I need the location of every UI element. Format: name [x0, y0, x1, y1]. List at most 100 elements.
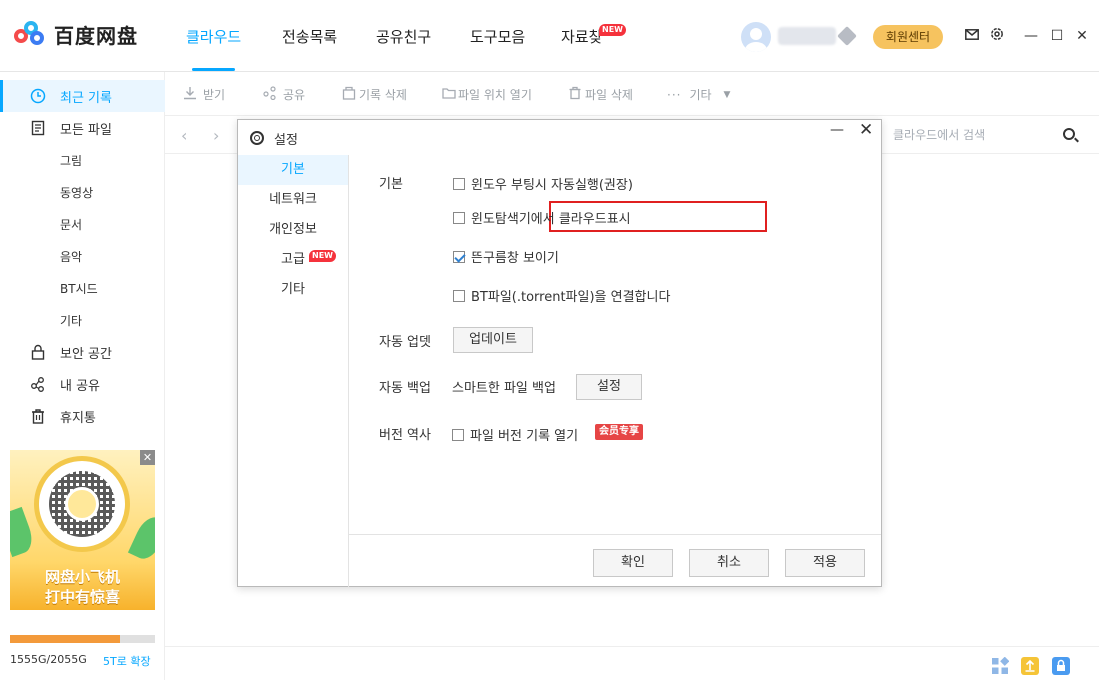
lock-icon — [30, 344, 46, 360]
delete-file-button[interactable]: 파일 삭제 — [568, 86, 633, 103]
back-arrow-icon[interactable]: ‹ — [181, 126, 187, 145]
share-icon — [263, 86, 277, 103]
more-label: 기타 — [689, 88, 712, 102]
tab-transfer[interactable]: 전송목록 — [282, 26, 337, 47]
tab-friends[interactable]: 공유친구 — [376, 26, 431, 47]
explorer-cloud-option[interactable]: 윈도탐색기에서 클라우드표시 — [453, 208, 631, 227]
settings-nav-network[interactable]: 네트워크 — [238, 185, 348, 215]
sidebar-sub-music[interactable]: 음악 — [60, 248, 82, 265]
dialog-minimize-button[interactable]: — — [830, 122, 844, 138]
trash-icon — [30, 408, 46, 424]
search-input[interactable]: 클라우드에서 검색 — [893, 126, 985, 143]
delete-file-label: 파일 삭제 — [585, 88, 633, 102]
basic-section-label: 기본 — [379, 177, 403, 192]
autostart-option[interactable]: 윈도우 부팅시 자동실행(권장) — [453, 174, 633, 193]
sidebar-item-label: 내 공유 — [60, 378, 101, 394]
version-history-option-label: 파일 버전 기록 열기 — [470, 429, 579, 444]
promo-line-2: 打中有惊喜 — [44, 588, 120, 606]
sidebar-sub-videos[interactable]: 동영상 — [60, 184, 93, 201]
tab-find-resources[interactable]: 자료찾 — [561, 26, 602, 47]
sidebar-item-my-share[interactable]: 내 공유 — [0, 368, 165, 400]
qr-code — [34, 456, 130, 552]
version-history-option[interactable]: 파일 버전 기록 열기 — [452, 425, 578, 444]
storage-usage-text: 1555G/2055G — [10, 653, 87, 666]
clock-icon — [30, 88, 46, 104]
settings-nav-privacy[interactable]: 개인정보 — [238, 215, 348, 245]
caret-down-icon: ▼ — [723, 89, 731, 100]
storage-progress-bar — [10, 635, 155, 643]
sidebar-sub-bt[interactable]: BT시드 — [60, 280, 98, 297]
dialog-title: 설정 — [274, 133, 298, 148]
explorer-cloud-checkbox[interactable] — [453, 211, 465, 224]
autostart-checkbox[interactable] — [453, 177, 465, 190]
more-button[interactable]: ··· 기타 ▼ — [667, 86, 730, 103]
share-button[interactable]: 공유 — [263, 86, 305, 103]
username-blurred[interactable] — [778, 27, 836, 45]
bt-association-option[interactable]: BT파일(.torrent파일)을 연결합니다 — [453, 286, 670, 305]
forward-arrow-icon[interactable]: › — [213, 126, 219, 145]
promo-banner[interactable]: ✕ 网盘小飞机 打中有惊喜 — [10, 450, 155, 610]
sidebar-item-label: 휴지통 — [60, 410, 96, 426]
smart-backup-text: 스마트한 파일 백업 — [452, 381, 556, 396]
download-icon — [183, 86, 197, 103]
expand-storage-link[interactable]: 5T로 확장 — [103, 653, 151, 669]
ok-button[interactable]: 확인 — [593, 549, 673, 577]
upload-icon[interactable] — [1021, 657, 1039, 675]
maximize-button[interactable]: ☐ — [1048, 27, 1066, 45]
settings-nav-basic[interactable]: 기본 — [238, 155, 348, 185]
floating-window-checkbox[interactable] — [453, 250, 465, 263]
search-icon[interactable] — [1063, 128, 1075, 140]
version-history-checkbox[interactable] — [452, 428, 464, 441]
sidebar-sub-documents[interactable]: 문서 — [60, 216, 82, 233]
bt-association-label: BT파일(.torrent파일)을 연결합니다 — [471, 290, 671, 305]
app-logo[interactable]: 百度网盘 — [14, 20, 138, 49]
sidebar-sub-images[interactable]: 그림 — [60, 152, 82, 169]
tab-cloud[interactable]: 클라우드 — [186, 26, 241, 71]
sidebar-item-recent[interactable]: 최근 기록 — [0, 80, 165, 112]
floating-window-option[interactable]: 뜬구름창 보이기 — [453, 247, 559, 266]
close-button[interactable]: ✕ — [1073, 27, 1091, 45]
bottom-bar — [165, 646, 1099, 680]
diamond-icon[interactable] — [837, 26, 857, 46]
close-icon[interactable]: ✕ — [140, 450, 155, 465]
history-delete-icon — [342, 86, 356, 103]
settings-dialog: 설정 — ✕ 기본 네트워크 개인정보 고급 NEW 기타 기본 윈도우 부팅시… — [237, 119, 882, 587]
gear-icon — [250, 131, 264, 145]
sidebar-sub-other[interactable]: 기타 — [60, 312, 82, 329]
user-avatar[interactable] — [741, 22, 771, 52]
dialog-close-button[interactable]: ✕ — [859, 120, 873, 140]
lock-icon[interactable] — [1052, 657, 1070, 675]
share-label: 공유 — [283, 88, 306, 102]
delete-history-button[interactable]: 기록 삭제 — [342, 86, 407, 103]
cancel-button[interactable]: 취소 — [689, 549, 769, 577]
mail-icon[interactable] — [963, 27, 981, 45]
sidebar-item-secure-space[interactable]: 보안 공간 — [0, 336, 165, 368]
settings-gear-icon[interactable] — [988, 27, 1006, 45]
new-badge: NEW — [309, 250, 336, 262]
update-button[interactable]: 업데이트 — [453, 327, 533, 353]
open-location-button[interactable]: 파일 위치 열기 — [442, 86, 532, 103]
new-badge: NEW — [599, 24, 626, 36]
backup-settings-button[interactable]: 설정 — [576, 374, 642, 400]
sidebar-item-trash[interactable]: 휴지통 — [0, 400, 165, 432]
folder-icon — [442, 86, 456, 103]
title-bar: 百度网盘 클라우드 전송목록 공유친구 도구모음 자료찾 NEW 회원센터 — … — [0, 0, 1099, 72]
sidebar-item-label: 최근 기록 — [60, 90, 112, 106]
member-center-button[interactable]: 회원센터 — [873, 25, 943, 49]
apps-grid-icon[interactable] — [991, 656, 1010, 675]
explorer-cloud-label: 윈도탐색기에서 클라우드표시 — [471, 212, 631, 227]
sidebar-item-all-files[interactable]: 모든 파일 — [0, 112, 165, 144]
apply-button[interactable]: 적용 — [785, 549, 865, 577]
bt-association-checkbox[interactable] — [453, 289, 465, 302]
download-button[interactable]: 받기 — [183, 86, 225, 103]
tab-tools[interactable]: 도구모음 — [470, 26, 525, 47]
file-icon — [30, 120, 46, 136]
minimize-button[interactable]: — — [1022, 27, 1040, 45]
sidebar: 최근 기록 모든 파일 그림 동영상 문서 음악 BT시드 기타 보안 공간 내… — [0, 72, 165, 680]
promo-line-1: 网盘小飞机 — [44, 568, 120, 586]
toolbar: 받기 공유 기록 삭제 파일 위치 열기 파일 삭제 ··· 기타 ▼ — [165, 72, 1099, 116]
version-history-label: 버전 역사 — [379, 428, 431, 443]
paper-plane-icon — [65, 487, 99, 521]
more-dots-icon: ··· — [667, 87, 682, 102]
settings-nav-other[interactable]: 기타 — [238, 275, 348, 305]
